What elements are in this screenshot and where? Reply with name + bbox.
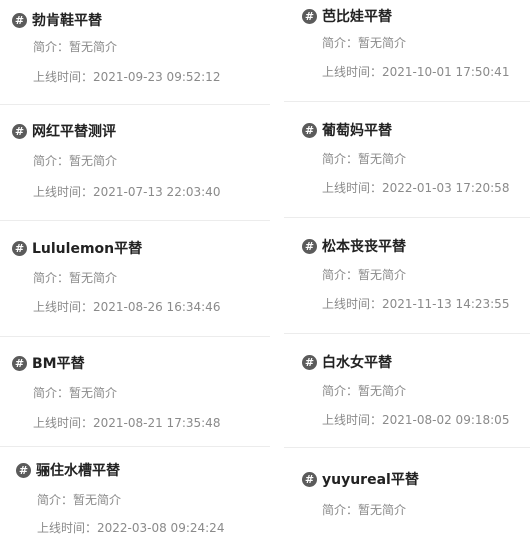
topic-online-time: 上线时间：2021-08-26 16:34:46 [33, 300, 221, 314]
topic-title-row[interactable]: # BM平替 [12, 352, 85, 374]
topic-online-time: 上线时间：2021-08-02 09:18:05 [322, 413, 510, 427]
hash-icon: # [302, 354, 317, 370]
topic-title[interactable]: Lululemon平替 [32, 238, 142, 258]
topic-title-row[interactable]: # 网红平替测评 [12, 120, 116, 142]
topic-title[interactable]: 勃肯鞋平替 [32, 10, 102, 30]
hash-icon: # [302, 8, 317, 24]
topic-card[interactable]: # 骊住水槽平替 简介：暂无简介 上线时间：2022-03-08 09:24:2… [0, 447, 270, 547]
topic-intro: 简介：暂无简介 [33, 154, 118, 168]
topic-intro: 简介：暂无简介 [33, 40, 118, 54]
hash-icon: # [12, 240, 27, 256]
hash-icon: # [302, 471, 317, 487]
hash-icon: # [12, 12, 27, 28]
topic-title[interactable]: 网红平替测评 [32, 121, 116, 141]
topic-card[interactable]: # 葡萄妈平替 简介：暂无简介 上线时间：2022-01-03 17:20:58 [284, 102, 530, 218]
topic-card[interactable]: # Lululemon平替 简介：暂无简介 上线时间：2021-08-26 16… [0, 221, 270, 337]
hash-icon: # [302, 238, 317, 254]
topic-title[interactable]: 白水女平替 [322, 352, 392, 372]
topic-title[interactable]: yuyureal平替 [322, 469, 419, 489]
topic-title-row[interactable]: # yuyureal平替 [302, 468, 419, 490]
topic-title[interactable]: 骊住水槽平替 [36, 460, 120, 480]
topic-online-time: 上线时间：2021-08-21 17:35:48 [33, 416, 221, 430]
topic-card[interactable]: # 白水女平替 简介：暂无简介 上线时间：2021-08-02 09:18:05 [284, 334, 530, 448]
topic-card[interactable]: # 芭比娃平替 简介：暂无简介 上线时间：2021-10-01 17:50:41 [284, 0, 530, 102]
topic-title-row[interactable]: # 芭比娃平替 [302, 5, 392, 27]
topic-title-row[interactable]: # 勃肯鞋平替 [12, 9, 102, 31]
hash-icon: # [12, 123, 27, 139]
topic-title-row[interactable]: # 葡萄妈平替 [302, 119, 392, 141]
hash-icon: # [302, 122, 317, 138]
topic-online-time: 上线时间：2022-01-03 17:20:58 [322, 181, 510, 195]
topic-intro: 简介：暂无简介 [322, 152, 407, 166]
topic-intro: 简介：暂无简介 [37, 493, 122, 507]
topic-title[interactable]: 葡萄妈平替 [322, 120, 392, 140]
topic-intro: 简介：暂无简介 [322, 384, 407, 398]
topic-list-left: # 勃肯鞋平替 简介：暂无简介 上线时间：2021-09-23 09:52:12… [0, 0, 270, 547]
topic-card[interactable]: # 松本丧丧平替 简介：暂无简介 上线时间：2021-11-13 14:23:5… [284, 218, 530, 334]
topic-list-right: # 芭比娃平替 简介：暂无简介 上线时间：2021-10-01 17:50:41… [284, 0, 530, 548]
topic-title-row[interactable]: # 松本丧丧平替 [302, 235, 406, 257]
topic-card[interactable]: # BM平替 简介：暂无简介 上线时间：2021-08-21 17:35:48 [0, 337, 270, 447]
topic-title-row[interactable]: # 骊住水槽平替 [16, 459, 120, 481]
topic-online-time: 上线时间：2021-10-01 17:50:41 [322, 65, 510, 79]
topic-intro: 简介：暂无简介 [322, 503, 407, 517]
topic-title-row[interactable]: # 白水女平替 [302, 351, 392, 373]
topic-card[interactable]: # yuyureal平替 简介：暂无简介 [284, 448, 530, 548]
topic-online-time: 上线时间：2022-03-08 09:24:24 [37, 521, 225, 535]
hash-icon: # [12, 355, 27, 371]
topic-card[interactable]: # 勃肯鞋平替 简介：暂无简介 上线时间：2021-09-23 09:52:12 [0, 0, 270, 105]
topic-card[interactable]: # 网红平替测评 简介：暂无简介 上线时间：2021-07-13 22:03:4… [0, 105, 270, 221]
topic-intro: 简介：暂无简介 [322, 268, 407, 282]
hash-icon: # [16, 462, 31, 478]
topic-online-time: 上线时间：2021-07-13 22:03:40 [33, 185, 221, 199]
topic-title[interactable]: BM平替 [32, 353, 85, 373]
topic-intro: 简介：暂无简介 [33, 386, 118, 400]
topic-online-time: 上线时间：2021-09-23 09:52:12 [33, 70, 221, 84]
topic-intro: 简介：暂无简介 [322, 36, 407, 50]
topic-online-time: 上线时间：2021-11-13 14:23:55 [322, 297, 510, 311]
topic-title-row[interactable]: # Lululemon平替 [12, 237, 142, 259]
topic-title[interactable]: 芭比娃平替 [322, 6, 392, 26]
topic-intro: 简介：暂无简介 [33, 271, 118, 285]
topic-title[interactable]: 松本丧丧平替 [322, 236, 406, 256]
